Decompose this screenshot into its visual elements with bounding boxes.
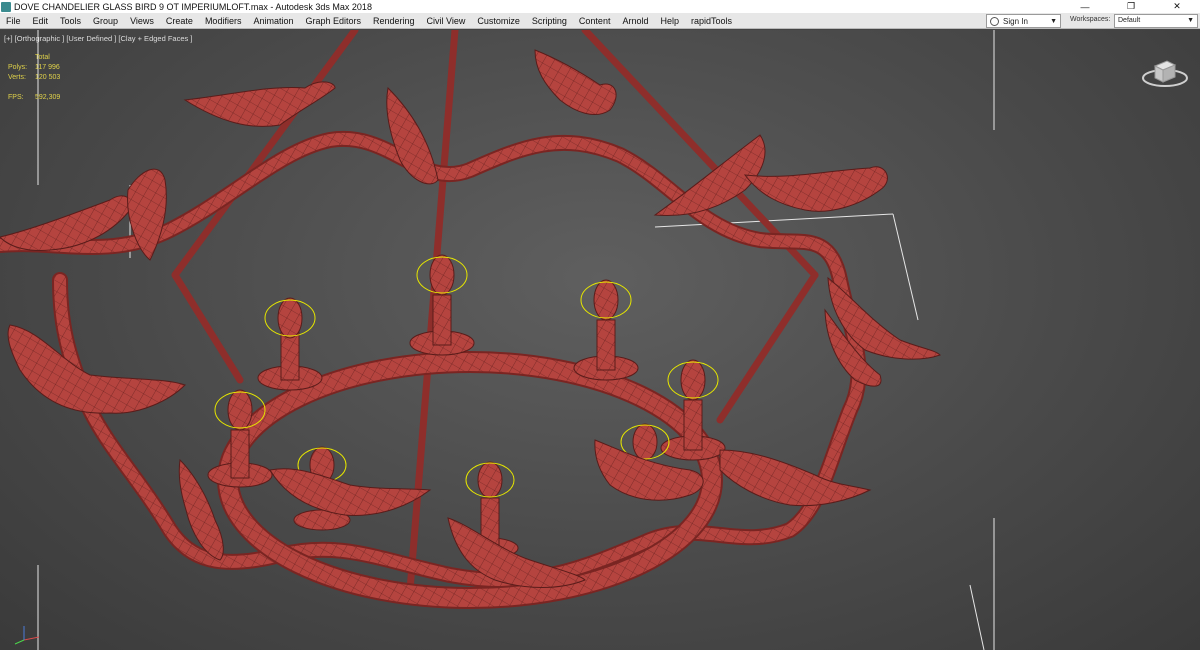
menu-animation[interactable]: Animation <box>247 13 299 29</box>
stats-fps-label: FPS: <box>8 94 24 101</box>
chandelier-scene <box>0 30 995 650</box>
user-icon <box>990 16 999 26</box>
perspective-viewport[interactable]: [+] [Orthographic ] [User Defined ] [Cla… <box>0 30 1200 650</box>
viewport-statistics: Total Polys: 117 996 Verts: 120 503 FPS: 59… <box>8 53 60 103</box>
stats-verts-label: Verts: <box>8 74 26 81</box>
axis-tripod-icon <box>14 626 40 645</box>
menu-edit[interactable]: Edit <box>27 13 55 29</box>
menu-civil-view[interactable]: Civil View <box>421 13 472 29</box>
chevron-down-icon: ▼ <box>1187 17 1194 24</box>
window-controls: — ❐ ✕ <box>1062 0 1200 13</box>
sign-in-label: Sign In <box>1003 16 1028 26</box>
menu-bar: File Edit Tools Group Views Create Modif… <box>0 13 1200 29</box>
stats-polys-label: Polys: <box>8 64 28 71</box>
stats-fps-value: 592,309 <box>35 94 61 101</box>
viewport-label-menu[interactable]: [+] [Orthographic ] [User Defined ] [Cla… <box>4 34 192 43</box>
workspaces-select[interactable]: Default ▼ <box>1114 14 1198 28</box>
menu-tools[interactable]: Tools <box>54 13 87 29</box>
dropdown-arrow-icon: ▼ <box>1050 17 1057 25</box>
menu-customize[interactable]: Customize <box>471 13 526 29</box>
menu-arnold[interactable]: Arnold <box>616 13 654 29</box>
menu-help[interactable]: Help <box>654 13 685 29</box>
birds <box>0 49 941 588</box>
menu-rapidtools[interactable]: rapidTools <box>685 13 738 29</box>
menu-file[interactable]: File <box>0 13 27 29</box>
menu-scripting[interactable]: Scripting <box>526 13 573 29</box>
workspaces-label: Workspaces: <box>1070 16 1111 23</box>
stats-total-label: Total <box>35 54 50 61</box>
menu-rendering[interactable]: Rendering <box>367 13 421 29</box>
minimize-button[interactable]: — <box>1062 0 1108 13</box>
viewcube-icon[interactable] <box>1140 52 1190 92</box>
stats-polys-value: 117 996 <box>35 64 60 71</box>
app-icon <box>1 1 11 12</box>
window-title: DOVE CHANDELIER GLASS BIRD 9 OT IMPERIUM… <box>14 1 372 12</box>
menu-graph-editors[interactable]: Graph Editors <box>299 13 367 29</box>
close-button[interactable]: ✕ <box>1154 0 1200 13</box>
workspaces-value: Default <box>1118 17 1141 24</box>
title-bar: DOVE CHANDELIER GLASS BIRD 9 OT IMPERIUM… <box>0 0 1200 13</box>
menu-content[interactable]: Content <box>573 13 617 29</box>
menu-create[interactable]: Create <box>160 13 199 29</box>
stats-verts-value: 120 503 <box>35 74 61 81</box>
menu-views[interactable]: Views <box>124 13 160 29</box>
maximize-button[interactable]: ❐ <box>1108 0 1154 13</box>
menu-group[interactable]: Group <box>87 13 124 29</box>
menu-modifiers[interactable]: Modifiers <box>199 13 248 29</box>
sign-in-dropdown[interactable]: Sign In ▼ <box>986 14 1061 28</box>
